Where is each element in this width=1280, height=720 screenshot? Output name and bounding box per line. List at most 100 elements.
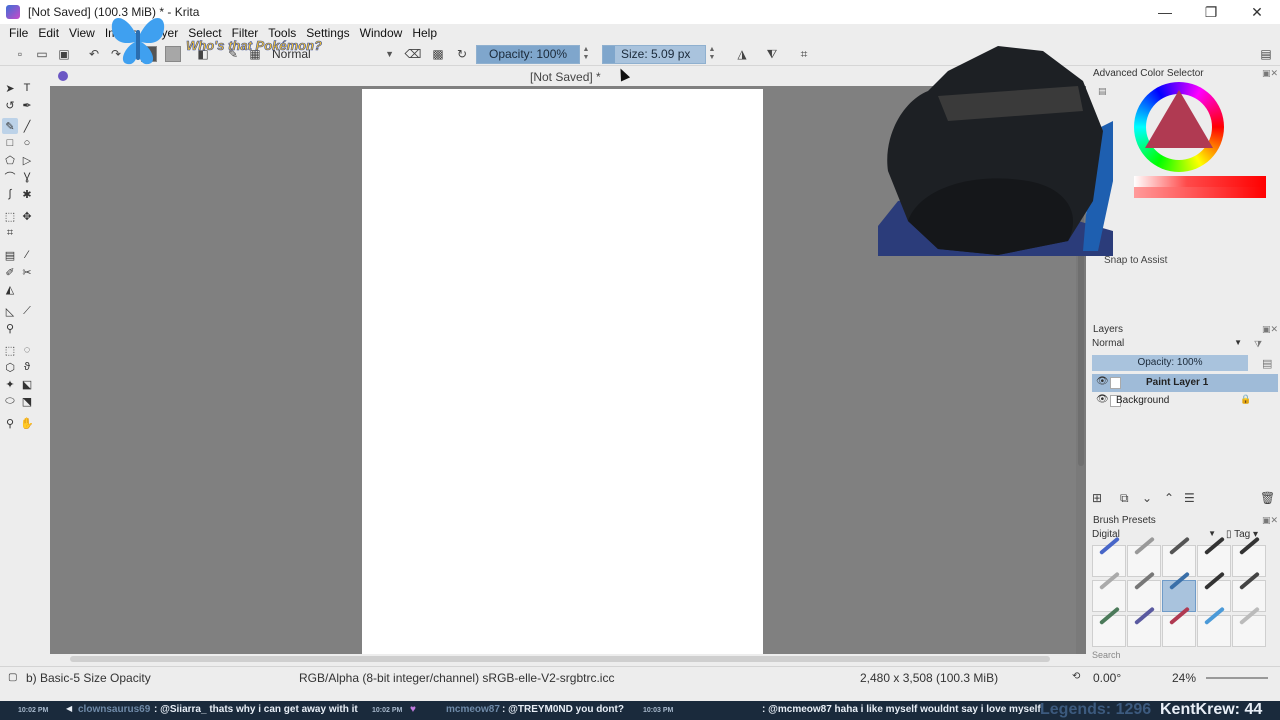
rectangle-tool-icon[interactable]: □ (2, 135, 18, 151)
crop-tool-icon[interactable]: ⌗ (2, 225, 18, 241)
similar-color-selection-tool-icon[interactable]: ⬕ (19, 376, 35, 392)
text-tool-icon[interactable]: T (19, 80, 35, 96)
duplicate-layer-icon[interactable]: ⧉ (1120, 491, 1129, 506)
freehand-selection-tool-icon[interactable]: ϑ (19, 359, 35, 375)
size-slider[interactable]: Size: 5.09 px (602, 45, 706, 64)
status-zoom[interactable]: 24% (1172, 671, 1196, 685)
fill-tool-icon[interactable]: ◭ (2, 281, 18, 297)
reload-preset-icon[interactable]: ↻ (454, 46, 470, 62)
edit-shapes-tool-icon[interactable]: ↺ (2, 97, 18, 113)
brush-preset[interactable] (1197, 536, 1231, 577)
gradient-tool-icon[interactable]: ▤ (2, 247, 18, 263)
dynamic-brush-tool-icon[interactable]: ∫ (2, 186, 18, 202)
brush-preset[interactable] (1092, 536, 1126, 577)
opacity-spin-arrows[interactable]: ▲ ▼ (582, 46, 590, 62)
menu-file[interactable]: File (4, 26, 33, 40)
canvas-paper[interactable] (362, 89, 763, 654)
calligraphy-tool-icon[interactable]: ✒ (19, 97, 35, 113)
toolbar-menu-icon[interactable]: ▤ (1258, 46, 1274, 62)
brush-search-input[interactable]: Search (1092, 650, 1262, 662)
open-document-icon[interactable]: ▭ (34, 46, 50, 62)
layer-list-menu-icon[interactable]: ▤ (1262, 357, 1272, 370)
brush-preset[interactable] (1232, 606, 1266, 647)
close-button[interactable]: ✕ (1234, 0, 1280, 24)
opacity-slider[interactable]: Opacity: 100% (476, 45, 580, 64)
delete-layer-icon[interactable]: 🗑 (1260, 491, 1275, 505)
ellipse-tool-icon[interactable]: ○ (19, 135, 35, 151)
assistant-tool-icon[interactable]: ◺ (2, 303, 18, 319)
size-spin-arrows[interactable]: ▲ ▼ (708, 46, 716, 62)
select-shapes-tool-icon[interactable]: ➤ (2, 80, 18, 96)
reference-images-tool-icon[interactable]: ⚲ (2, 320, 18, 336)
color-triangle[interactable] (1145, 90, 1213, 148)
brush-preset[interactable] (1162, 606, 1196, 647)
lock-icon[interactable]: 🔒 (1240, 394, 1251, 405)
transform-tool-icon[interactable]: ⬚ (2, 208, 18, 224)
measure-tool-icon[interactable]: ⟋ (19, 303, 35, 319)
polygon-tool-icon[interactable]: ⬠ (2, 152, 18, 168)
pan-tool-icon[interactable]: ✋ (19, 415, 35, 431)
brush-preset[interactable] (1127, 536, 1161, 577)
menu-window[interactable]: Window (355, 26, 408, 40)
eraser-mode-icon[interactable]: ⌫ (405, 46, 422, 62)
brush-preset[interactable] (1232, 571, 1266, 612)
horizontal-scrollbar-thumb[interactable] (70, 656, 1050, 662)
bezier-tool-icon[interactable]: ⌒ (2, 169, 18, 185)
menu-edit[interactable]: Edit (33, 26, 64, 40)
eye-icon[interactable]: 👁 (1096, 394, 1109, 405)
layer-properties-icon[interactable]: ☰ (1184, 491, 1195, 505)
zoom-tool-icon[interactable]: ⚲ (2, 415, 18, 431)
layer-opacity-slider[interactable]: Opacity: 100% (1092, 355, 1248, 371)
mirror-horizontal-icon[interactable]: ◮ (734, 46, 750, 62)
rectangular-selection-tool-icon[interactable]: ⬚ (2, 342, 18, 358)
brush-preset[interactable] (1197, 606, 1231, 647)
save-icon[interactable]: ▣ (56, 46, 72, 62)
brush-preset[interactable] (1127, 571, 1161, 612)
eye-icon[interactable]: 👁 (1096, 376, 1109, 387)
smart-patch-tool-icon[interactable]: ✂ (19, 264, 35, 280)
move-tool-icon[interactable]: ✥ (19, 208, 35, 224)
brush-preset-active[interactable] (1162, 571, 1196, 612)
multibrush-tool-icon[interactable]: ✱ (19, 186, 35, 202)
undo-icon[interactable]: ↶ (86, 46, 102, 62)
status-rotation[interactable]: 0.00° (1093, 671, 1121, 685)
polyline-tool-icon[interactable]: ▷ (19, 152, 35, 168)
snap-to-assist-checkbox[interactable]: Snap to Assist (1104, 255, 1167, 266)
brush-docker-controls-icon[interactable]: ▣✕ (1262, 515, 1278, 526)
wrap-around-icon[interactable]: ⌗ (796, 46, 812, 62)
new-document-icon[interactable]: ▫ (12, 46, 28, 62)
document-tab[interactable]: [Not Saved] * (530, 70, 601, 84)
status-brush-name[interactable]: b) Basic-5 Size Opacity (26, 671, 151, 685)
elliptical-selection-tool-icon[interactable]: ◌ (19, 342, 35, 358)
zoom-slider[interactable] (1206, 677, 1268, 679)
polygonal-selection-tool-icon[interactable]: ⬡ (2, 359, 18, 375)
brush-preset[interactable] (1092, 571, 1126, 612)
add-layer-icon[interactable]: ⊞ (1092, 491, 1102, 505)
layer-row-paint-layer-1[interactable]: 👁 Paint Layer 1 (1092, 374, 1278, 392)
menu-help[interactable]: Help (407, 26, 442, 40)
color-history-bar[interactable] (1134, 176, 1266, 198)
move-layer-down-icon[interactable]: ⌄ (1142, 491, 1152, 505)
move-layer-up-icon[interactable]: ⌃ (1164, 491, 1174, 505)
magnetic-selection-tool-icon[interactable]: ⬔ (19, 393, 35, 409)
line-tool-icon[interactable]: ╱ (19, 118, 35, 134)
bezier-selection-tool-icon[interactable]: ⬭ (2, 393, 18, 409)
preserve-alpha-icon[interactable]: ▩ (430, 46, 446, 62)
brush-preset[interactable] (1092, 606, 1126, 647)
horizontal-scrollbar[interactable] (50, 654, 1078, 664)
menu-view[interactable]: View (64, 26, 100, 40)
filter-icon[interactable]: ⧩ (1254, 339, 1262, 350)
freehand-brush-tool-icon[interactable]: ✎ (2, 118, 18, 134)
brush-preset[interactable] (1127, 606, 1161, 647)
brush-preset[interactable] (1162, 536, 1196, 577)
contiguous-selection-tool-icon[interactable]: ✦ (2, 376, 18, 392)
layer-row-background[interactable]: 👁 Background 🔒 (1092, 392, 1278, 410)
brush-preset[interactable] (1197, 571, 1231, 612)
colorize-mask-tool-icon[interactable]: ✐ (2, 264, 18, 280)
brush-preset[interactable] (1232, 536, 1266, 577)
color-shade-bar[interactable] (1134, 187, 1266, 198)
layers-docker-controls-icon[interactable]: ▣✕ (1262, 324, 1278, 335)
maximize-button[interactable]: ❐ (1188, 0, 1234, 24)
color-picker-tool-icon[interactable]: ⁄ (19, 247, 35, 263)
layer-blend-mode-select[interactable]: Normal ▼ (1092, 338, 1248, 352)
